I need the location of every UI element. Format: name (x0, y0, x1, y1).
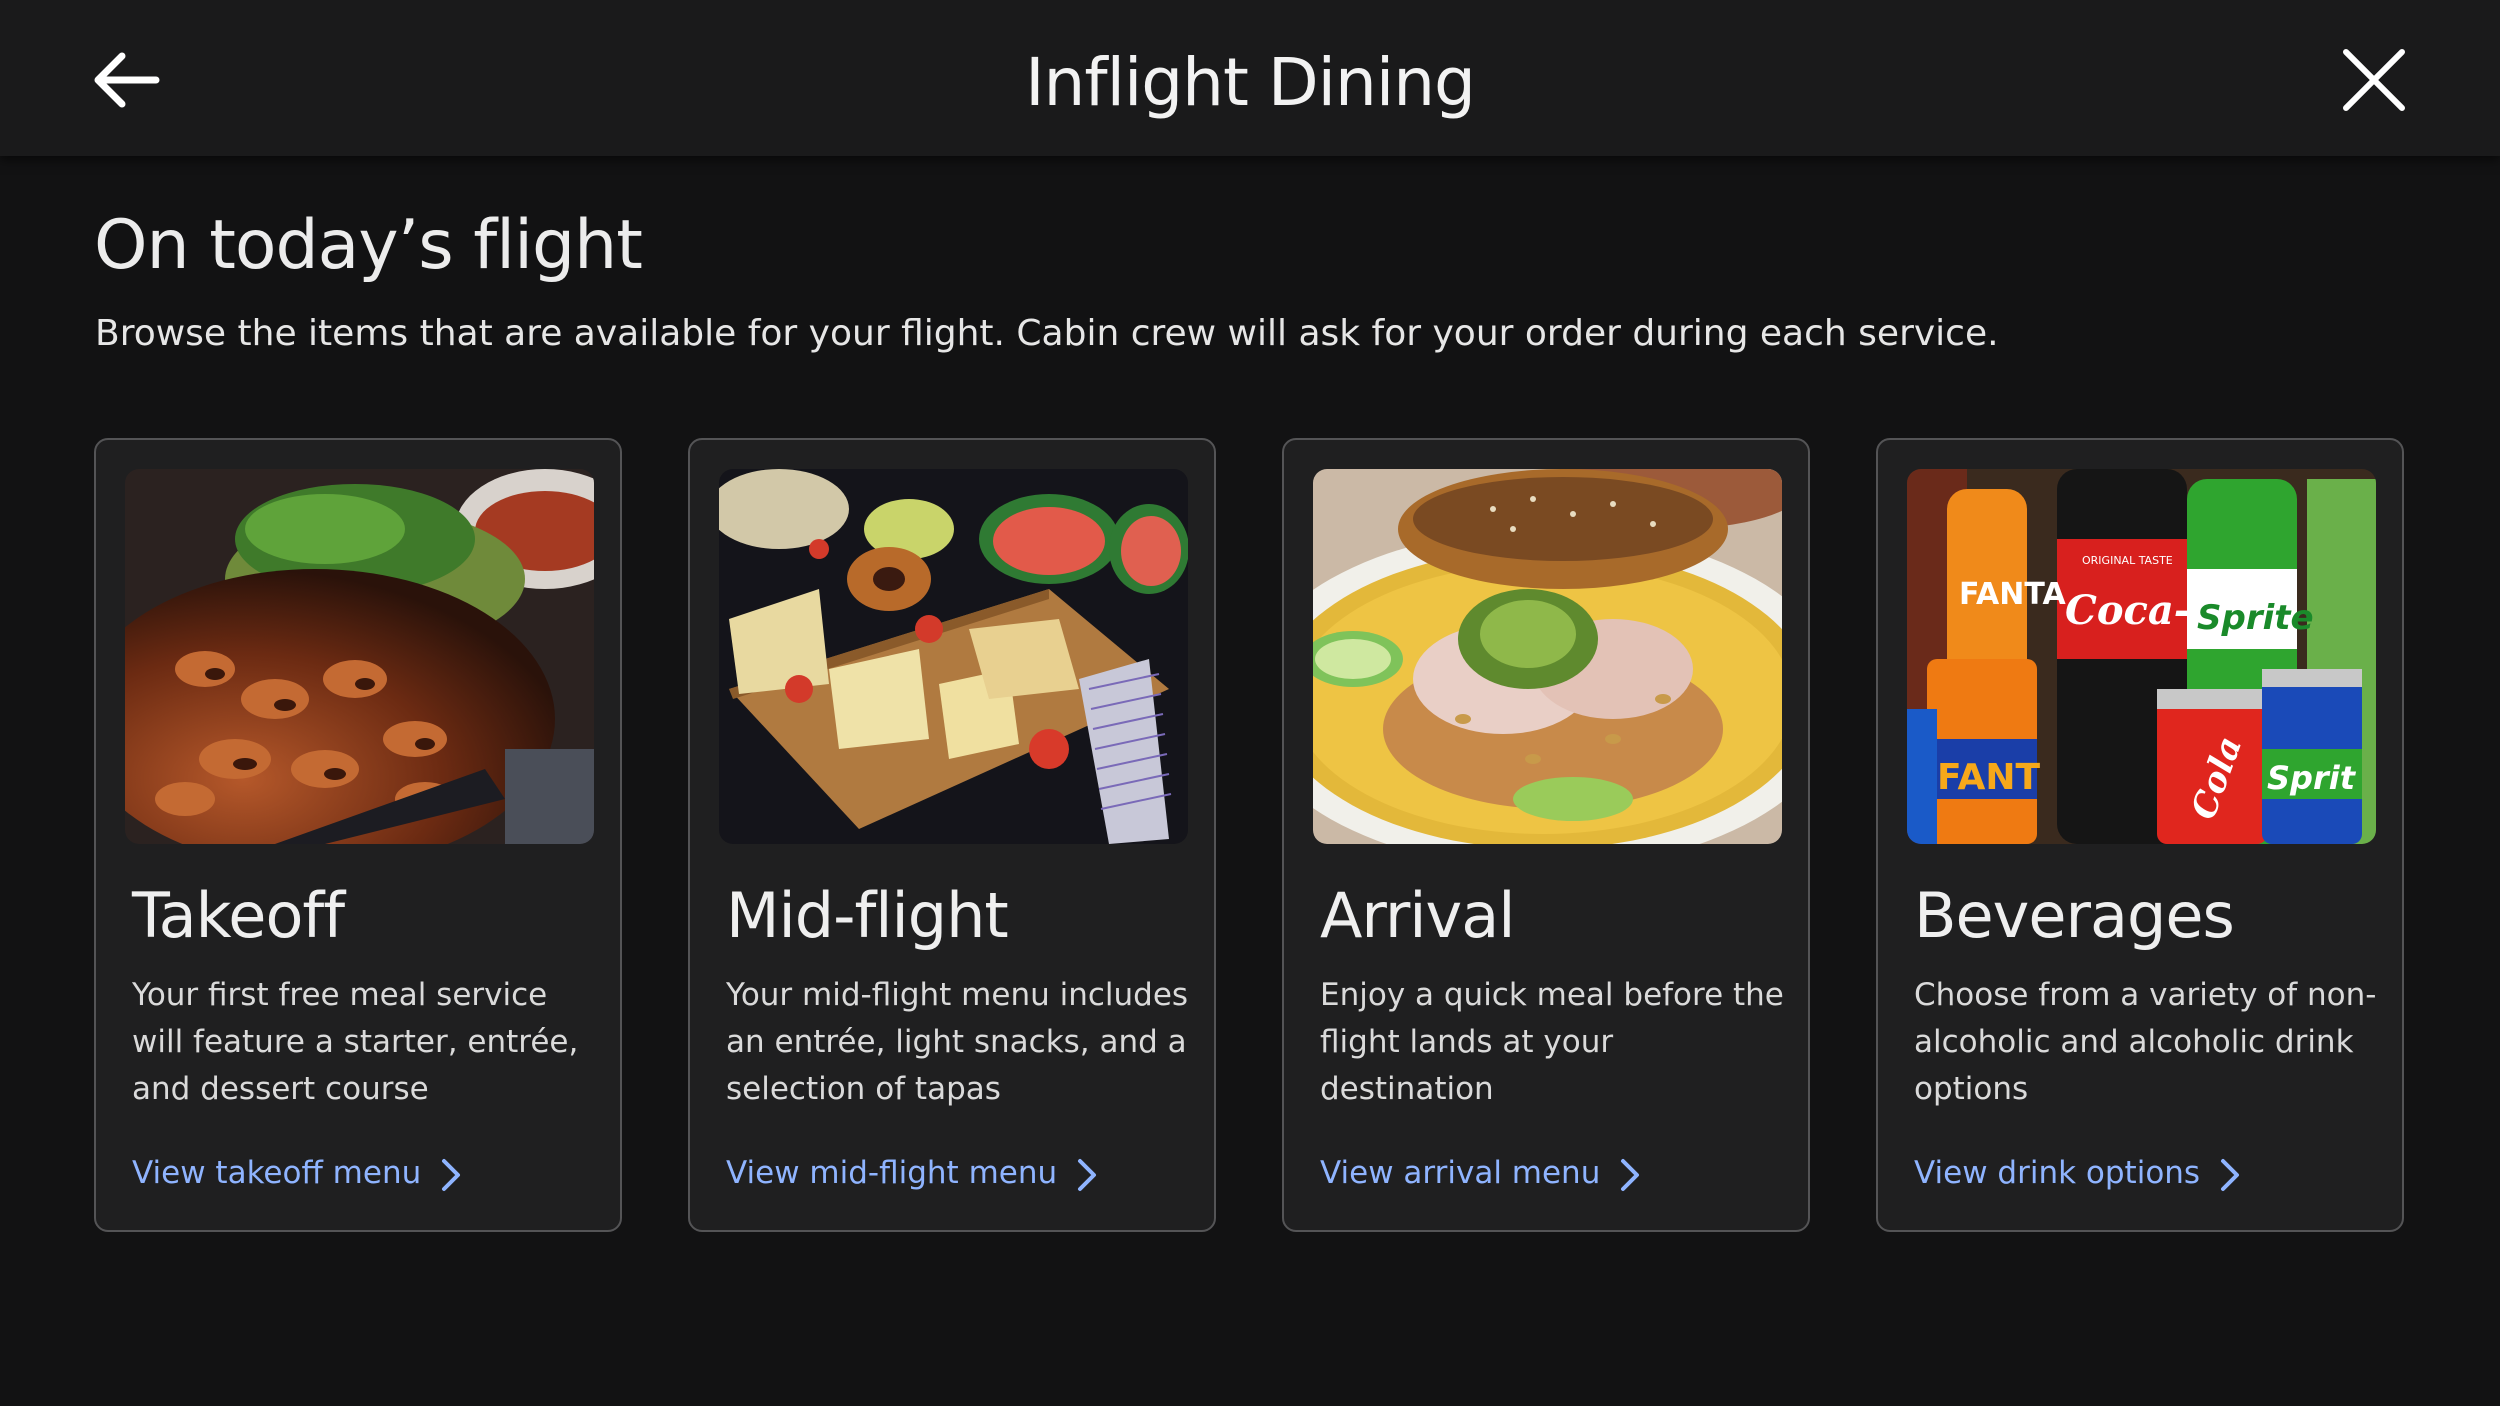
page-title: Inflight Dining (1025, 44, 1476, 121)
beverages-photo: Coca-Cola Cola FANTA FANT Sprite Sprit O… (1907, 469, 2376, 844)
chevron-right-icon (1078, 1158, 1097, 1191)
svg-text:Sprit: Sprit (2267, 759, 2357, 797)
section-description: Browse the items that are available for … (95, 313, 1999, 354)
chevron-right-icon (2221, 1158, 2240, 1191)
card-takeoff: Takeoff Your first free meal service wil… (94, 438, 622, 1232)
card-title: Beverages (1914, 879, 2235, 952)
close-icon (2343, 49, 2405, 111)
card-description: Choose from a variety of non-alcoholic a… (1914, 977, 2377, 1107)
takeoff-photo (125, 469, 594, 844)
card-title: Takeoff (132, 879, 345, 952)
link-label: View takeoff menu (132, 1155, 422, 1191)
card-description: Your first free meal service will featur… (132, 977, 579, 1107)
chevron-right-icon (442, 1158, 461, 1191)
section-heading: On today’s flight (94, 206, 643, 285)
card-title: Arrival (1320, 879, 1515, 952)
view-arrival-menu-link[interactable]: View arrival menu (1320, 1148, 1642, 1198)
mid-flight-photo (719, 469, 1188, 844)
svg-text:Sprite: Sprite (2197, 598, 2314, 638)
svg-text:ORIGINAL TASTE: ORIGINAL TASTE (2082, 554, 2173, 567)
top-bar: Inflight Dining (0, 0, 2500, 156)
link-label: View arrival menu (1320, 1155, 1601, 1191)
link-label: View mid-flight menu (726, 1155, 1058, 1191)
card-arrival: Arrival Enjoy a quick meal before the fl… (1282, 438, 1810, 1232)
card-description: Your mid-flight menu includes an entrée,… (726, 977, 1189, 1107)
chevron-right-icon (1621, 1158, 1640, 1191)
view-takeoff-menu-link[interactable]: View takeoff menu (132, 1148, 463, 1198)
arrival-photo (1313, 469, 1782, 844)
svg-text:FANTA: FANTA (1959, 577, 2067, 612)
svg-text:FANT: FANT (1937, 757, 2040, 798)
view-drink-options-link[interactable]: View drink options (1914, 1148, 2242, 1198)
card-title: Mid-flight (726, 879, 1009, 952)
link-label: View drink options (1914, 1155, 2201, 1191)
card-beverages: Coca-Cola Cola FANTA FANT Sprite Sprit O… (1876, 438, 2404, 1232)
view-mid-flight-menu-link[interactable]: View mid-flight menu (726, 1148, 1099, 1198)
close-button[interactable] (2334, 40, 2414, 120)
card-description: Enjoy a quick meal before the flight lan… (1320, 977, 1784, 1107)
card-mid-flight: Mid-flight Your mid-flight menu includes… (688, 438, 1216, 1232)
